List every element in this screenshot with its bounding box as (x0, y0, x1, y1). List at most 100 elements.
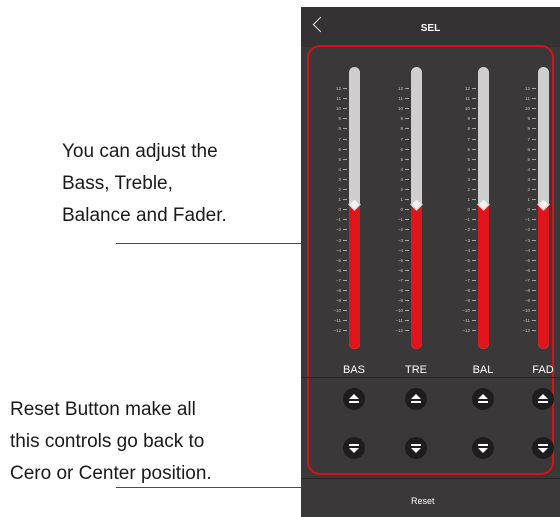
tre-up-button[interactable] (405, 388, 427, 410)
slider-tre[interactable]: 12 11 10 9 8 7 6 5 4 3 2 1 0 −1 −2 −3 −4 −5 −6 −7 −8 −9 −10 −11… (381, 67, 433, 357)
tick-mark (343, 219, 347, 221)
tick-label: 0 (338, 207, 341, 213)
slider-fill (478, 204, 489, 349)
tick-mark (343, 199, 347, 201)
tick-mark (405, 178, 409, 180)
tick-label: −4 (464, 247, 470, 253)
tick-label: −1 (524, 217, 530, 223)
tick-label: 8 (467, 126, 470, 132)
tick-label: −8 (397, 288, 403, 293)
tick-mark (343, 128, 347, 130)
triangle-down-bar-icon (538, 443, 548, 453)
tick-label: −12 (395, 328, 403, 334)
tick-mark (472, 249, 476, 251)
slider-fill (538, 204, 549, 349)
tick-mark (343, 138, 347, 140)
fad-up-button[interactable] (532, 388, 554, 410)
annotation-reset-line: Reset Button make all (10, 399, 196, 420)
tick-mark (343, 178, 347, 180)
tick-mark (472, 108, 476, 110)
tick-mark (343, 300, 347, 302)
bal-up-button[interactable] (472, 388, 494, 410)
slider-fad[interactable]: 12 11 10 9 8 7 6 5 4 3 2 1 0 −1 −2 −3 −4 −5 −6 −7 −8 −9 −10 −11… (508, 67, 560, 357)
bal-down-button[interactable] (472, 437, 494, 459)
tick-label: 12 (464, 86, 470, 91)
tick-mark (405, 189, 409, 190)
tick-label: 5 (400, 156, 403, 162)
tick-mark (532, 320, 536, 322)
tick-label: 9 (467, 116, 470, 122)
tick-label: 8 (400, 126, 403, 132)
tick-mark (472, 300, 476, 302)
tick-label: −12 (462, 328, 470, 334)
tick-label: −6 (335, 267, 341, 273)
tick-label: −9 (524, 298, 530, 304)
tick-label: −1 (335, 217, 341, 223)
tick-label: −7 (524, 277, 530, 283)
tick-mark (343, 88, 347, 89)
tick-mark (532, 158, 536, 160)
tick-mark (532, 279, 536, 281)
tick-label: 1 (467, 197, 470, 203)
tick-label: −3 (464, 237, 470, 243)
tick-mark (343, 108, 347, 110)
tick-mark (472, 128, 476, 130)
tick-mark (472, 118, 476, 120)
tick-mark (343, 330, 347, 332)
tick-label: −11 (462, 318, 470, 324)
tick-label: −6 (397, 267, 403, 273)
tick-label: 11 (465, 96, 470, 102)
tick-mark (405, 88, 409, 89)
tick-label: 4 (527, 166, 530, 172)
tick-mark (343, 279, 347, 281)
tick-label: −5 (524, 257, 530, 263)
tick-label: −4 (397, 247, 403, 253)
tick-label: 6 (527, 146, 530, 152)
top-bar: SEL (301, 7, 560, 47)
tick-label: 4 (467, 166, 470, 172)
triangle-down-bar-icon (411, 443, 421, 453)
tick-label: 8 (338, 126, 341, 132)
tick-mark (405, 269, 409, 271)
tick-mark (472, 98, 476, 100)
tick-mark (472, 320, 476, 322)
reset-button[interactable]: Reset (411, 496, 435, 506)
tre-down-button[interactable] (405, 437, 427, 459)
slider-bal[interactable]: 12 11 10 9 8 7 6 5 4 3 2 1 0 −1 −2 −3 −4 −5 −6 −7 −8 −9 −10 −11… (448, 67, 500, 357)
tick-label: 6 (467, 146, 470, 152)
tick-label: −2 (335, 227, 341, 233)
tick-mark (405, 249, 409, 251)
tick-label: 2 (338, 187, 341, 192)
tick-label: −11 (522, 318, 530, 324)
slider-bas[interactable]: 12 11 10 9 8 7 6 5 4 3 2 1 0 −1 −2 −3 −4 −5 −6 −7 −8 −9 −10 −11… (319, 67, 371, 357)
bas-up-button[interactable] (343, 388, 365, 410)
tick-label: −6 (464, 267, 470, 273)
tick-label: 3 (338, 176, 341, 182)
tick-mark (472, 269, 476, 271)
tick-mark (532, 229, 536, 231)
tick-mark (472, 290, 476, 291)
bas-down-button[interactable] (343, 437, 365, 459)
fad-down-button[interactable] (532, 437, 554, 459)
tick-label: 10 (397, 106, 403, 112)
tick-mark (532, 128, 536, 130)
tick-label: −7 (397, 277, 403, 283)
tick-mark (343, 98, 347, 100)
tick-label: −9 (397, 298, 403, 304)
triangle-down-bar-icon (349, 443, 359, 453)
tick-mark (405, 158, 409, 160)
tick-label: 1 (400, 197, 403, 203)
tick-mark (472, 138, 476, 140)
tick-mark (532, 219, 536, 221)
tick-label: −3 (524, 237, 530, 243)
tick-mark (405, 229, 409, 231)
tick-label: 7 (400, 136, 403, 142)
tick-mark (532, 209, 536, 211)
tick-label: −11 (395, 318, 403, 324)
tick-mark (405, 239, 409, 241)
tick-label: 6 (338, 146, 341, 152)
tick-mark (532, 330, 536, 332)
annotation-reset-line: this controls go back to (10, 431, 205, 452)
tick-label: −6 (524, 267, 530, 273)
tick-label: −1 (464, 217, 470, 223)
